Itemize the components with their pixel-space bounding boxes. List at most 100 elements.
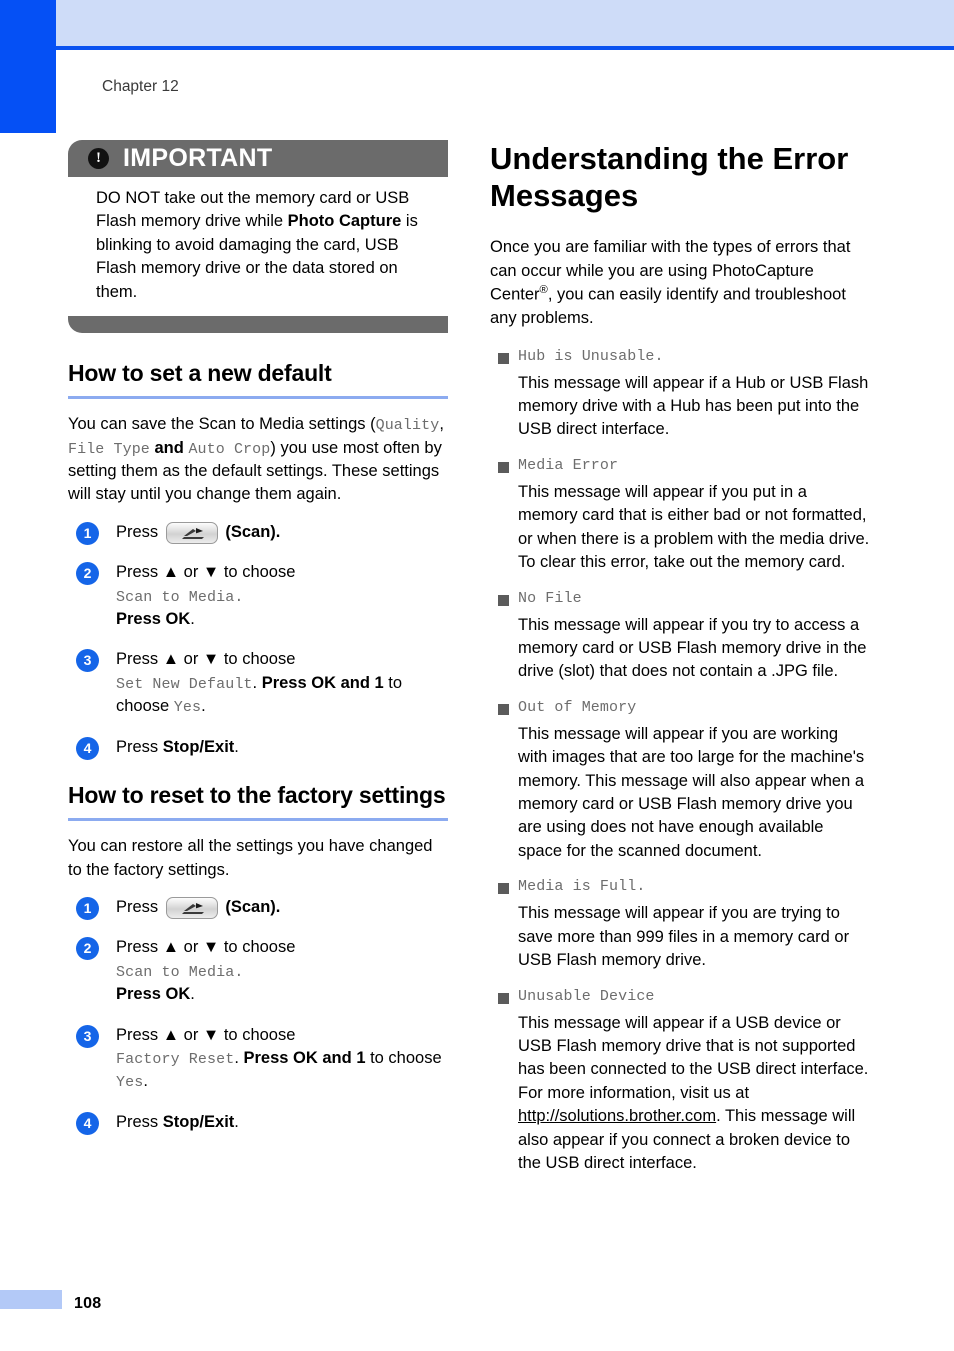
step-item: 3 Press ▲ or ▼ to choose Set New Default… [68, 648, 448, 718]
section-title-set-new-default: How to set a new default [68, 360, 332, 387]
page-header-band [56, 0, 954, 46]
important-callout-body: DO NOT take out the memory card or USB F… [68, 177, 448, 310]
step-after-mono: . [234, 1049, 244, 1068]
step-item: 1 Press (Scan). [68, 521, 448, 545]
error-description: This message will appear if you are work… [518, 724, 865, 860]
page-footer-tab [0, 1290, 62, 1309]
step-press-prefix: Press [116, 610, 166, 629]
steps-factory-reset: 1 Press (Scan). 2 Press ▲ or ▼ to choose… [68, 896, 448, 1135]
step-tail: . [234, 1112, 239, 1131]
section-title-factory-reset: How to reset to the factory settings [68, 782, 446, 809]
page-number: 108 [74, 1295, 102, 1312]
error-name: Hub is Unusable. [518, 347, 664, 365]
important-callout-title: IMPORTANT [123, 144, 273, 172]
section-intro-factory-reset: You can restore all the settings you hav… [68, 837, 433, 879]
important-callout: ! IMPORTANT DO NOT take out the memory c… [68, 140, 448, 334]
step-stop-exit-label: Stop/Exit [162, 1112, 235, 1131]
step-line-2-suffix: . [190, 985, 195, 1004]
square-bullet-icon [498, 352, 509, 364]
error-name-row: No File [490, 589, 870, 607]
step-number: 2 [76, 562, 99, 586]
error-name-row: Hub is Unusable. [490, 347, 870, 365]
error-messages-intro: Once you are familiar with the types of … [490, 236, 870, 330]
step-press-prefix: Press [116, 985, 166, 1004]
scan-key-icon[interactable] [165, 896, 218, 919]
step-and-text: and [336, 673, 375, 692]
error-description-part-1: This message will appear if a USB device… [518, 1013, 869, 1102]
error-name-row: Unusable Device [490, 987, 870, 1005]
error-description: This message will appear if you put in a… [518, 482, 870, 572]
intro-mono-file-type: File Type [68, 440, 150, 458]
intro-mono-quality: Quality [375, 417, 440, 435]
square-bullet-icon [498, 461, 509, 473]
step-item: 1 Press (Scan). [68, 896, 448, 920]
step-ok-label: OK [293, 1049, 318, 1068]
error-item: Media is Full. This message will appear … [490, 877, 870, 972]
square-bullet-icon [498, 703, 509, 715]
step-press-label: Press [116, 522, 159, 541]
step-item: 3 Press ▲ or ▼ to choose Factory Reset. … [68, 1024, 448, 1094]
error-description: This message will appear if you are tryi… [518, 904, 850, 970]
error-name: Media is Full. [518, 878, 646, 896]
error-name-row: Out of Memory [490, 698, 870, 716]
step-number: 1 [76, 896, 99, 920]
error-name-row: Media is Full. [490, 877, 870, 895]
error-item: Out of Memory This message will appear i… [490, 698, 870, 864]
error-description: This message will appear if a Hub or USB… [518, 373, 869, 439]
step-line-1: Press ▲ or ▼ to choose [116, 650, 296, 669]
error-description: This message will appear if a USB device… [490, 1012, 870, 1176]
step-key-caption: (Scan). [225, 522, 281, 541]
section-rule [68, 818, 448, 822]
step-line-1: Press ▲ or ▼ to choose [116, 563, 296, 582]
step-item: 2 Press ▲ or ▼ to choose Scan to Media. … [68, 936, 448, 1006]
step-item: 4 Press Stop/Exit. [68, 736, 448, 760]
step-one-label: 1 [356, 1049, 366, 1068]
error-name-row: Media Error [490, 456, 870, 474]
step-line-2-suffix: . [190, 610, 195, 629]
step-number: 2 [76, 937, 99, 961]
step-number: 1 [76, 521, 99, 545]
step-mono-value: Factory Reset [116, 1051, 235, 1069]
section-rule [68, 396, 448, 400]
step-line-1: Press ▲ or ▼ to choose [116, 938, 296, 957]
square-bullet-icon [498, 883, 509, 895]
error-name: Out of Memory [518, 698, 637, 716]
step-tail-end: . [201, 697, 206, 716]
important-callout-header: ! IMPORTANT [68, 140, 448, 177]
scan-key-icon[interactable] [165, 521, 218, 544]
step-stop-exit-label: Stop/Exit [162, 737, 235, 756]
error-description: This message will appear if you try to a… [518, 615, 867, 681]
step-tail: . [234, 737, 239, 756]
step-number: 4 [76, 736, 99, 760]
step-ok-label: OK [165, 610, 191, 629]
step-item: 2 Press ▲ or ▼ to choose Scan to Media. … [68, 561, 448, 631]
intro-mono-auto-crop: Auto Crop [188, 440, 271, 458]
error-name: Media Error [518, 456, 619, 474]
brother-solutions-link[interactable]: http://solutions.brother.com [518, 1107, 716, 1125]
step-mono-value: Set New Default [116, 675, 253, 693]
step-mono-value: Scan to Media. [116, 588, 244, 606]
registered-mark: ® [539, 284, 548, 297]
square-bullet-icon [498, 594, 509, 606]
square-bullet-icon [498, 992, 509, 1004]
step-item: 4 Press Stop/Exit. [68, 1111, 448, 1135]
error-name: No File [518, 589, 582, 607]
step-ok-label: OK [311, 673, 336, 692]
steps-set-new-default: 1 Press (Scan). 2 Press ▲ or ▼ to choose… [68, 521, 448, 760]
step-number: 3 [76, 1024, 99, 1048]
error-message-list: Hub is Unusable. This message will appea… [490, 347, 870, 1176]
step-and-text: and [317, 1049, 357, 1068]
step-press-label: Press [116, 1112, 163, 1131]
step-press-label: Press [116, 737, 163, 756]
intro-text-1: You can save the Scan to Media settings … [68, 415, 376, 434]
step-key-caption: (Scan). [225, 897, 281, 916]
step-press-label: Press [116, 897, 159, 916]
step-number: 4 [76, 1111, 99, 1135]
error-item: No File This message will appear if you … [490, 589, 870, 684]
step-press-prefix: Press [243, 1049, 294, 1068]
error-name: Unusable Device [518, 987, 655, 1005]
chapter-edge-tab [0, 0, 56, 133]
error-item: Media Error This message will appear if … [490, 456, 870, 575]
step-after-mono: . [252, 673, 262, 692]
step-ok-label: OK [165, 985, 191, 1004]
